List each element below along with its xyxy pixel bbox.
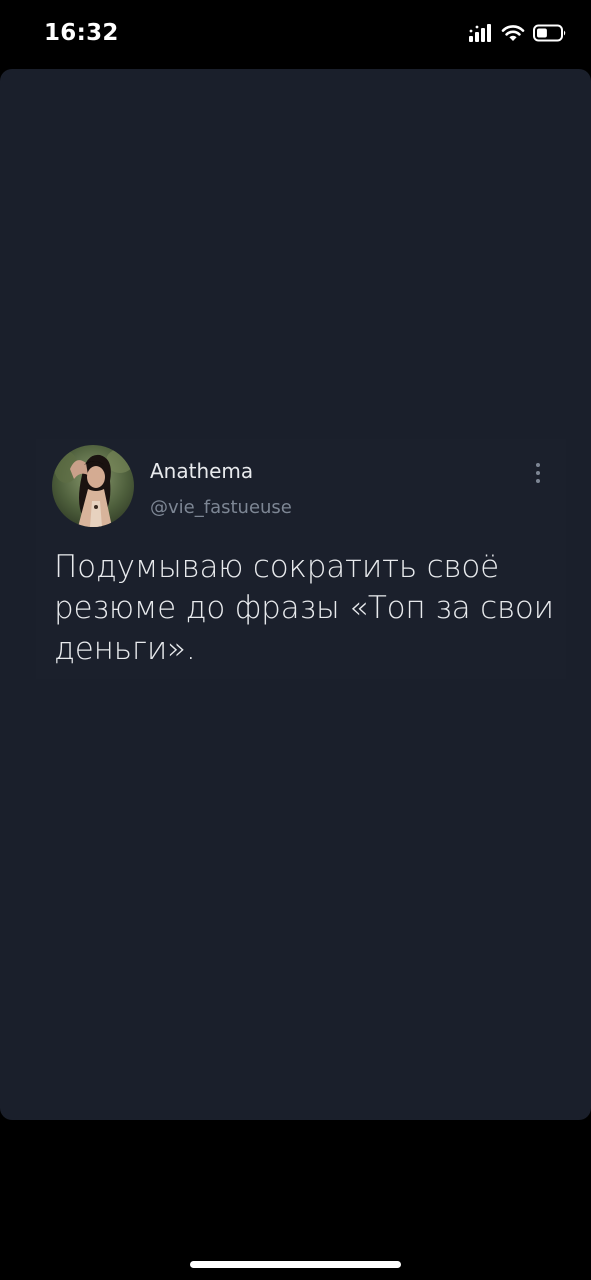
status-time: 16:32 xyxy=(44,20,119,46)
author-name[interactable]: Anathema xyxy=(150,459,253,483)
cellular-signal-icon xyxy=(469,24,493,42)
avatar[interactable] xyxy=(52,445,134,527)
content-card: Anathema @vie_fastueuse Подумываю сократ… xyxy=(0,69,591,1120)
screen: 16:32 Anathema @vie_fastueuse Подумываю … xyxy=(0,0,591,1280)
tweet-text: Подумываю сократить своё резюме до фразы… xyxy=(54,549,554,667)
tweet[interactable]: Anathema @vie_fastueuse Подумываю сократ… xyxy=(36,439,566,679)
battery-icon xyxy=(533,24,567,42)
wifi-icon xyxy=(501,24,525,42)
status-bar: 16:32 xyxy=(0,0,591,68)
home-indicator[interactable] xyxy=(190,1261,401,1268)
status-icons xyxy=(469,24,567,42)
author-handle[interactable]: @vie_fastueuse xyxy=(150,497,292,518)
more-vertical-icon[interactable] xyxy=(532,461,544,487)
